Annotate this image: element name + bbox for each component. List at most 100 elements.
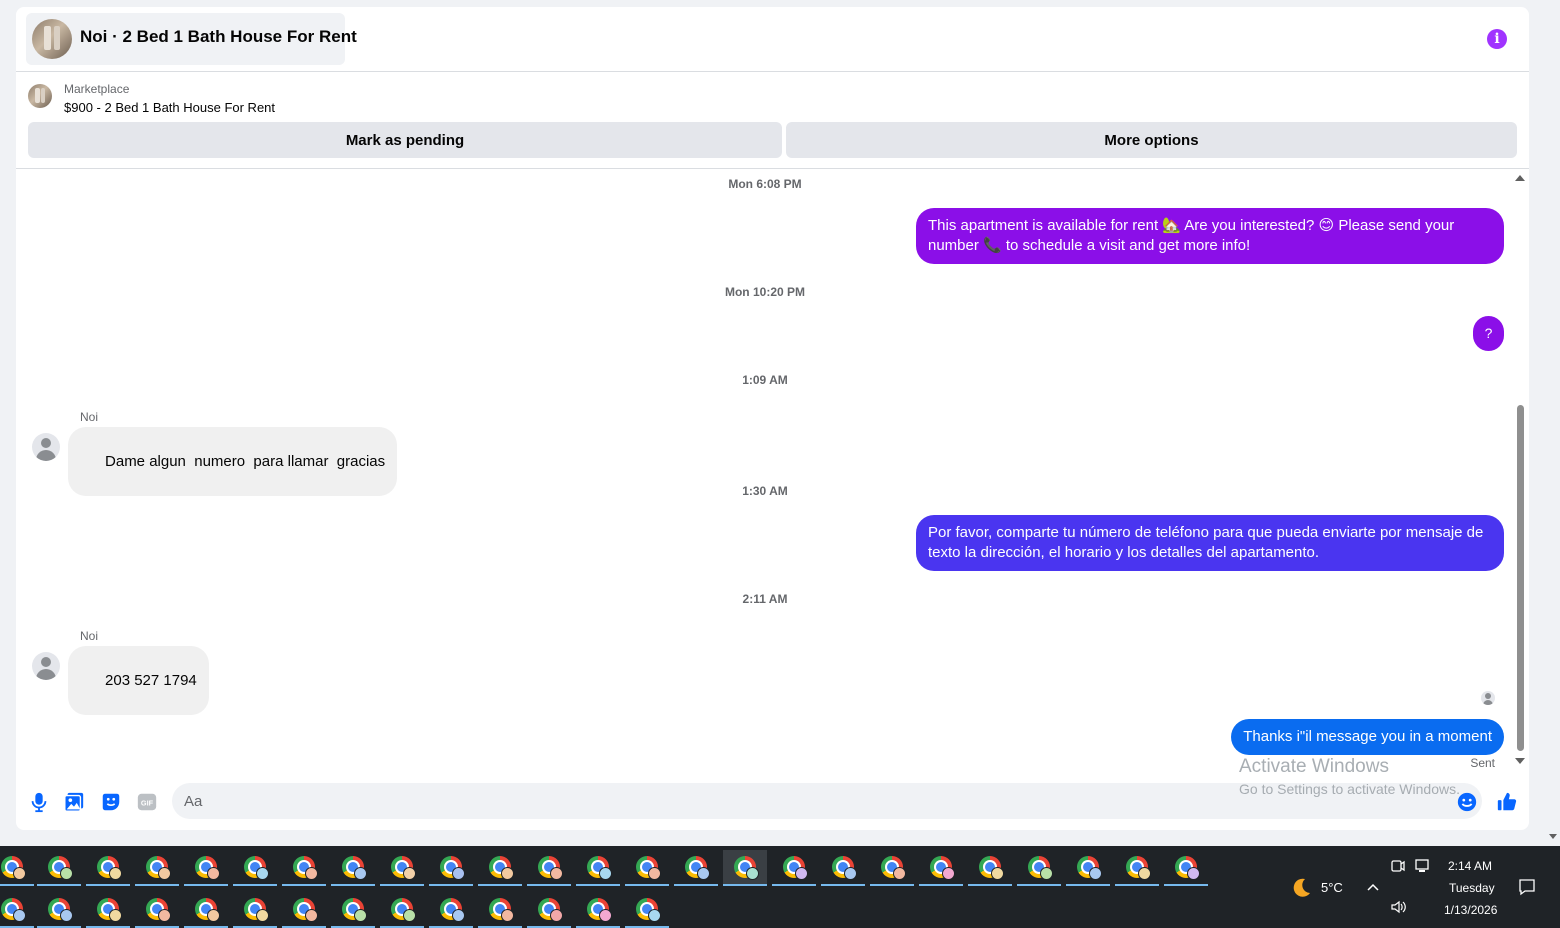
chrome-taskbar-button[interactable] bbox=[135, 892, 179, 928]
sent-status: Sent bbox=[1470, 756, 1495, 770]
chrome-icon bbox=[881, 856, 906, 880]
network-icon[interactable] bbox=[1413, 858, 1431, 874]
chrome-taskbar-button[interactable] bbox=[478, 850, 522, 886]
chrome-taskbar-button[interactable] bbox=[429, 850, 473, 886]
outgoing-message[interactable]: Por favor, comparte tu número de teléfon… bbox=[916, 515, 1504, 571]
chrome-icon bbox=[391, 898, 416, 922]
sender-avatar[interactable] bbox=[32, 433, 60, 461]
chrome-icon bbox=[979, 856, 1004, 880]
sticker-icon[interactable] bbox=[100, 791, 122, 813]
chrome-taskbar-button[interactable] bbox=[0, 892, 34, 928]
chrome-taskbar-button[interactable] bbox=[723, 850, 767, 886]
chrome-icon bbox=[195, 898, 220, 922]
chrome-taskbar-button[interactable] bbox=[625, 892, 669, 928]
chrome-icon bbox=[1077, 856, 1102, 880]
conversation-title-button[interactable]: Noi · 2 Bed 1 Bath House For Rent bbox=[26, 13, 357, 65]
weather-temperature[interactable]: 5°C bbox=[1321, 880, 1343, 895]
chrome-taskbar-button[interactable] bbox=[429, 892, 473, 928]
clock-date[interactable]: 1/13/2026 bbox=[1444, 903, 1497, 917]
incoming-message[interactable]: 203 527 1794 bbox=[68, 646, 209, 715]
chrome-icon bbox=[293, 898, 318, 922]
chrome-taskbar-button[interactable] bbox=[527, 892, 571, 928]
chrome-taskbar-button[interactable] bbox=[625, 850, 669, 886]
notification-center-icon[interactable] bbox=[1518, 878, 1536, 896]
chrome-taskbar-button[interactable] bbox=[527, 850, 571, 886]
chrome-taskbar-button[interactable] bbox=[331, 892, 375, 928]
chrome-taskbar-button[interactable] bbox=[233, 892, 277, 928]
chrome-taskbar-button[interactable] bbox=[282, 892, 326, 928]
chrome-icon bbox=[1126, 856, 1151, 880]
mark-as-pending-button[interactable]: Mark as pending bbox=[28, 122, 782, 158]
chrome-icon bbox=[1, 856, 26, 880]
profile-badge-icon bbox=[305, 867, 318, 880]
clock-time[interactable]: 2:14 AM bbox=[1448, 859, 1492, 873]
sender-name: Noi bbox=[80, 629, 99, 643]
chrome-taskbar-button[interactable] bbox=[919, 850, 963, 886]
chrome-taskbar-button[interactable] bbox=[1017, 850, 1061, 886]
volume-icon[interactable] bbox=[1390, 899, 1408, 915]
clock-day[interactable]: Tuesday bbox=[1449, 881, 1495, 895]
message-text: This apartment is available for rent 🏡 A… bbox=[928, 217, 1455, 254]
chrome-taskbar-button[interactable] bbox=[1164, 850, 1208, 886]
chrome-taskbar-button[interactable] bbox=[331, 850, 375, 886]
scroll-up-arrow[interactable] bbox=[1515, 175, 1525, 181]
message-list[interactable]: Mon 6:08 PM This apartment is available … bbox=[16, 169, 1529, 779]
message-text: 203 527 1794 bbox=[105, 672, 197, 689]
outgoing-message[interactable]: ? bbox=[1473, 316, 1504, 351]
profile-badge-icon bbox=[1040, 867, 1053, 880]
chrome-taskbar-button[interactable] bbox=[135, 850, 179, 886]
chrome-taskbar-button[interactable] bbox=[576, 892, 620, 928]
chrome-taskbar-button[interactable] bbox=[184, 892, 228, 928]
gif-icon[interactable]: GIF bbox=[136, 791, 158, 813]
conversation-panel: Noi · 2 Bed 1 Bath House For Rent i Mark… bbox=[16, 7, 1529, 830]
chrome-taskbar-button[interactable] bbox=[184, 850, 228, 886]
chrome-taskbar-button[interactable] bbox=[380, 850, 424, 886]
profile-badge-icon bbox=[60, 867, 73, 880]
profile-badge-icon bbox=[60, 909, 73, 922]
chrome-taskbar-button[interactable] bbox=[1115, 850, 1159, 886]
scrollbar-thumb[interactable] bbox=[1517, 405, 1524, 751]
microphone-icon[interactable] bbox=[28, 791, 50, 813]
conversation-title: Noi · 2 Bed 1 Bath House For Rent bbox=[80, 27, 357, 46]
chevron-up-icon[interactable] bbox=[1366, 880, 1380, 894]
chrome-taskbar-button[interactable] bbox=[772, 850, 816, 886]
chrome-taskbar-button[interactable] bbox=[674, 850, 718, 886]
svg-text:GIF: GIF bbox=[141, 799, 154, 808]
profile-badge-icon bbox=[452, 909, 465, 922]
message-text: ? bbox=[1484, 325, 1493, 341]
chrome-icon bbox=[48, 898, 73, 922]
chrome-taskbar-button[interactable] bbox=[282, 850, 326, 886]
chrome-icon bbox=[391, 856, 416, 880]
chrome-taskbar-button[interactable] bbox=[968, 850, 1012, 886]
chrome-taskbar-button[interactable] bbox=[870, 850, 914, 886]
chrome-taskbar-button[interactable] bbox=[1066, 850, 1110, 886]
listing-small-thumbnail bbox=[28, 84, 52, 108]
outgoing-message[interactable]: This apartment is available for rent 🏡 A… bbox=[916, 208, 1504, 264]
chrome-taskbar-button[interactable] bbox=[86, 892, 130, 928]
chrome-taskbar-button[interactable] bbox=[576, 850, 620, 886]
chrome-taskbar-button[interactable] bbox=[821, 850, 865, 886]
profile-badge-icon bbox=[13, 867, 26, 880]
listing-title-price[interactable]: $900 - 2 Bed 1 Bath House For Rent bbox=[64, 100, 275, 115]
photo-gallery-icon[interactable] bbox=[63, 791, 85, 813]
thumbs-up-icon[interactable] bbox=[1496, 791, 1518, 813]
info-icon[interactable]: i bbox=[1487, 29, 1507, 49]
scroll-down-arrow[interactable] bbox=[1515, 758, 1525, 764]
outgoing-message[interactable]: Thanks i"il message you in a moment bbox=[1231, 719, 1504, 755]
chrome-taskbar-button[interactable] bbox=[380, 892, 424, 928]
chrome-taskbar-button[interactable] bbox=[478, 892, 522, 928]
more-options-button[interactable]: More options bbox=[786, 122, 1517, 158]
profile-badge-icon bbox=[1089, 867, 1102, 880]
profile-badge-icon bbox=[109, 909, 122, 922]
message-text: Dame algun numero para llamar gracias bbox=[105, 453, 386, 470]
chrome-taskbar-button[interactable] bbox=[86, 850, 130, 886]
chrome-taskbar-button[interactable] bbox=[233, 850, 277, 886]
sender-avatar[interactable] bbox=[32, 652, 60, 680]
chrome-taskbar-button[interactable] bbox=[0, 850, 34, 886]
meet-now-icon[interactable] bbox=[1390, 858, 1406, 874]
weather-moon-icon[interactable] bbox=[1289, 876, 1313, 900]
chrome-taskbar-button[interactable] bbox=[37, 850, 81, 886]
chrome-icon bbox=[244, 898, 269, 922]
chrome-taskbar-button[interactable] bbox=[37, 892, 81, 928]
page-scroll-down-arrow[interactable] bbox=[1549, 834, 1557, 839]
